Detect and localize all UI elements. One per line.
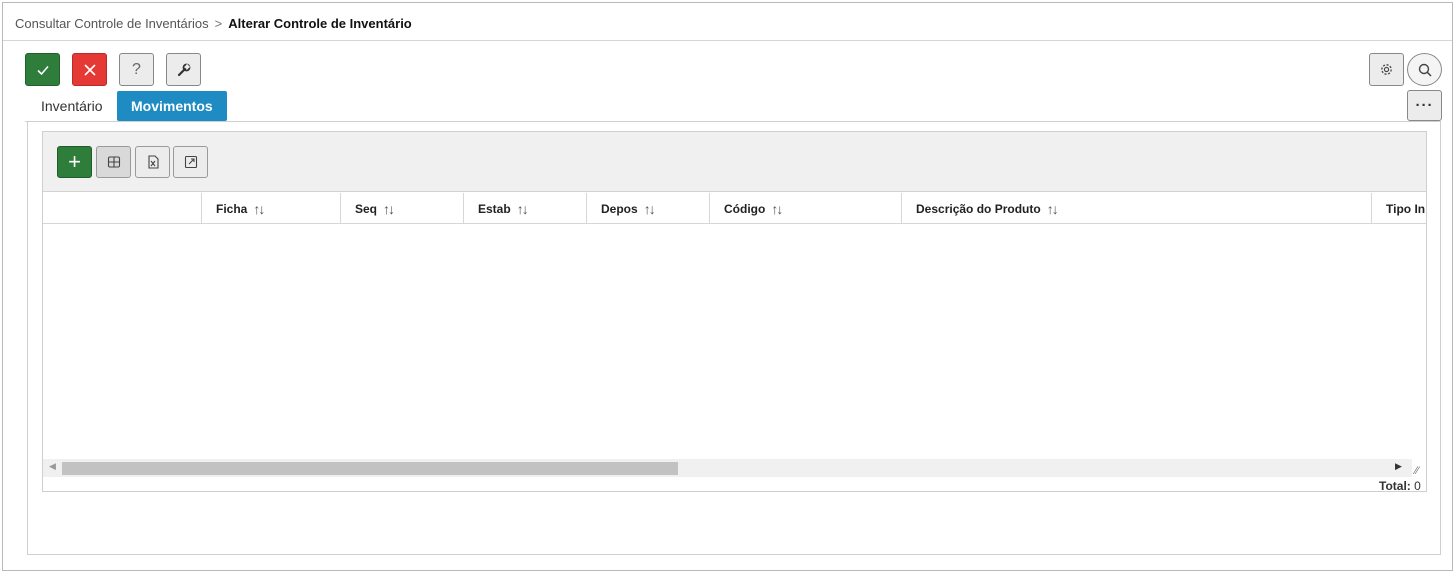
column-header-label: Tipo In: [1386, 201, 1426, 216]
tab-inventario[interactable]: Inventário: [27, 91, 116, 121]
sort-icon[interactable]: ↑↓: [517, 201, 529, 217]
tab-label: Movimentos: [131, 98, 213, 114]
grid-toolbar: +: [43, 132, 1426, 192]
sort-icon[interactable]: ↑↓: [253, 201, 265, 217]
expand-button[interactable]: [173, 146, 208, 178]
gear-icon: [1381, 64, 1392, 75]
window-frame: Consultar Controle de Inventários > Altera…: [2, 2, 1453, 571]
column-header-select: [43, 193, 201, 224]
wrench-icon: [177, 63, 190, 76]
column-header-label: Depos: [601, 201, 638, 216]
more-options-button[interactable]: ···: [1407, 90, 1442, 121]
column-header-ficha[interactable]: Ficha ↑↓: [201, 193, 340, 224]
column-header-descricao[interactable]: Descrição do Produto ↑↓: [901, 193, 1371, 224]
column-header-label: Ficha: [216, 201, 248, 216]
column-header-tipo[interactable]: Tipo In: [1371, 193, 1426, 224]
settings-button[interactable]: [1369, 53, 1404, 86]
columns-button[interactable]: [96, 146, 131, 178]
scroll-left-icon[interactable]: ◀: [49, 461, 56, 472]
movements-grid: + Ficha ↑↓ Seq ↑↓ Estab ↑↓ Depos ↑↓ Códi…: [42, 131, 1427, 492]
confirm-button[interactable]: [25, 53, 60, 86]
cancel-button[interactable]: [72, 53, 107, 86]
breadcrumb-parent-link[interactable]: Consultar Controle de Inventários: [15, 16, 209, 31]
column-header-label: Seq: [355, 201, 378, 216]
sort-icon[interactable]: ↑↓: [644, 201, 656, 217]
grid-icon: [107, 156, 120, 168]
tools-button[interactable]: [166, 53, 201, 86]
search-button[interactable]: [1407, 53, 1442, 86]
close-icon: [83, 63, 96, 76]
column-header-label: Descrição do Produto: [916, 201, 1041, 216]
breadcrumb-separator: >: [214, 16, 223, 31]
horizontal-scrollbar[interactable]: ◀ ▶: [43, 459, 1412, 477]
column-header-label: Estab: [478, 201, 511, 216]
sort-icon[interactable]: ↑↓: [771, 201, 783, 217]
total-value: 0: [1414, 479, 1421, 492]
column-header-label: Código: [724, 201, 766, 216]
column-header-seq[interactable]: Seq ↑↓: [340, 193, 463, 224]
column-header-codigo[interactable]: Código ↑↓: [709, 193, 901, 224]
scroll-right-icon[interactable]: ▶: [1395, 461, 1402, 472]
grid-total: Total: 0: [1379, 479, 1421, 492]
excel-icon: [147, 155, 159, 169]
check-icon: [36, 65, 49, 75]
scrollbar-thumb[interactable]: [62, 462, 678, 475]
header-divider: [3, 40, 1452, 41]
column-header-estab[interactable]: Estab ↑↓: [463, 193, 586, 224]
add-row-button[interactable]: +: [57, 146, 92, 178]
total-label: Total:: [1379, 479, 1411, 492]
grid-header-row: Ficha ↑↓ Seq ↑↓ Estab ↑↓ Depos ↑↓ Código…: [43, 193, 1426, 224]
sort-icon[interactable]: ↑↓: [383, 201, 395, 217]
column-header-depos[interactable]: Depos ↑↓: [586, 193, 709, 224]
help-icon: ?: [132, 60, 141, 78]
breadcrumb-current: Alterar Controle de Inventário: [228, 16, 412, 31]
more-icon: ···: [1415, 97, 1434, 114]
tab-movimentos[interactable]: Movimentos: [117, 91, 227, 121]
breadcrumb: Consultar Controle de Inventários > Altera…: [15, 16, 412, 31]
export-excel-button[interactable]: [135, 146, 170, 178]
resize-handle-icon[interactable]: ⁄⁄: [1415, 465, 1419, 477]
expand-icon: [184, 155, 197, 169]
sort-icon[interactable]: ↑↓: [1047, 201, 1059, 217]
help-button[interactable]: ?: [119, 53, 154, 86]
search-icon: [1418, 63, 1432, 77]
plus-icon: +: [68, 149, 81, 174]
tab-label: Inventário: [41, 98, 103, 114]
